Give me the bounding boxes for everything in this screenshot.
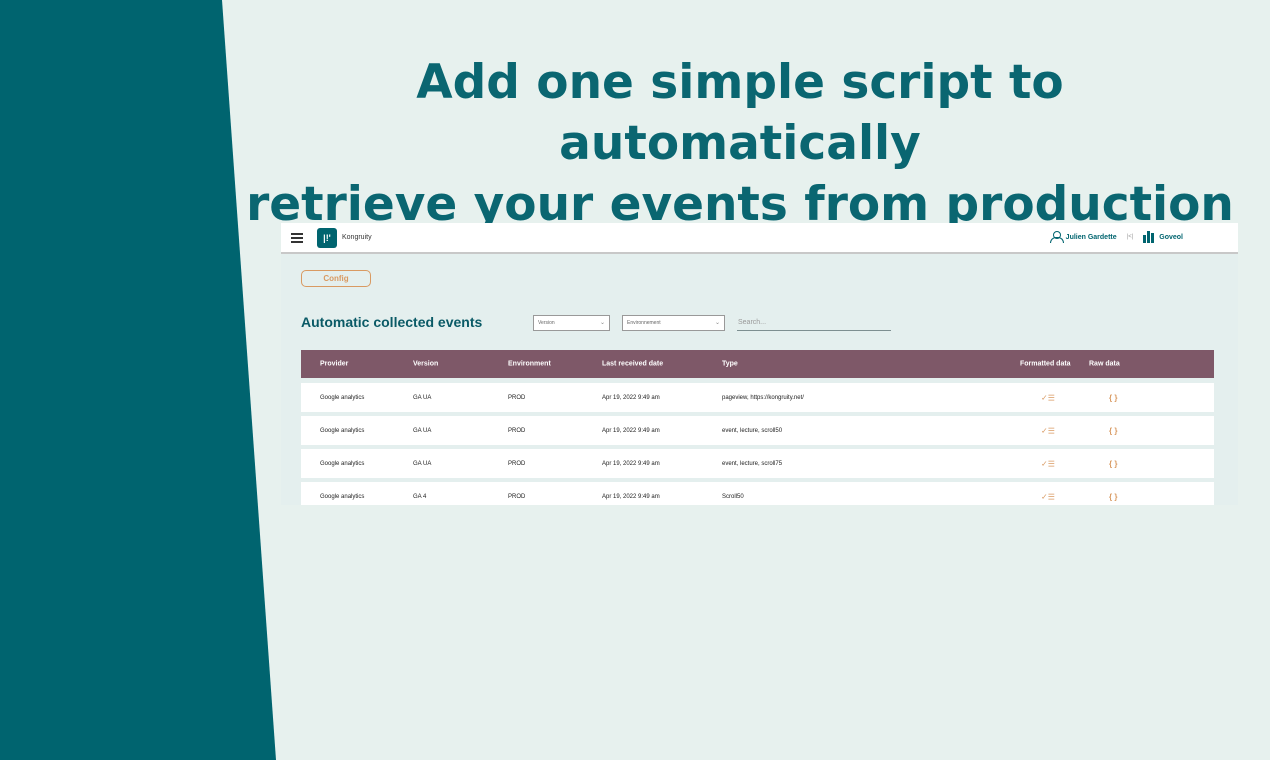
table-row[interactable]: Google analytics GA 4 PROD Apr 19, 2022 … xyxy=(301,482,1214,505)
cell-version: GA UA xyxy=(413,460,432,467)
version-select[interactable]: Version ⌄ xyxy=(533,315,610,331)
headline-line-1: Add one simple script to automatically xyxy=(416,55,1064,171)
table-row[interactable]: Google analytics GA UA PROD Apr 19, 2022… xyxy=(301,416,1214,445)
cell-date: Apr 19, 2022 9:49 am xyxy=(602,394,660,401)
cell-type: pageview, https://kongruity.net/ xyxy=(722,394,804,401)
headline: Add one simple script to automatically r… xyxy=(240,52,1240,235)
left-decorative-band xyxy=(0,0,276,760)
cell-version: GA UA xyxy=(413,427,432,434)
cell-environment: PROD xyxy=(508,460,526,467)
formatted-data-icon[interactable]: ✓☰ xyxy=(1041,393,1055,402)
column-type: Type xyxy=(722,360,738,368)
brand-name: Kongruity xyxy=(342,234,372,241)
raw-data-icon[interactable]: { } xyxy=(1109,393,1117,402)
cell-version: GA 4 xyxy=(413,493,427,500)
version-select-value: Version xyxy=(538,320,555,326)
kongruity-logo[interactable]: |!' xyxy=(317,227,337,248)
chevron-down-icon: ⌄ xyxy=(599,320,605,326)
cell-provider: Google analytics xyxy=(320,460,365,467)
column-version: Version xyxy=(413,360,439,368)
app-screenshot: |!' Kongruity Julien Gardette |<| Goveol… xyxy=(281,223,1238,505)
cell-date: Apr 19, 2022 9:49 am xyxy=(602,493,660,500)
cell-provider: Google analytics xyxy=(320,427,365,434)
column-last-received-date: Last received date xyxy=(602,360,664,368)
table-row[interactable]: Google analytics GA UA PROD Apr 19, 2022… xyxy=(301,449,1214,478)
column-environment: Environment xyxy=(508,360,551,368)
raw-data-icon[interactable]: { } xyxy=(1109,492,1117,501)
top-bar: |!' Kongruity Julien Gardette |<| Goveol xyxy=(281,223,1238,254)
separator: |<| xyxy=(1126,234,1134,240)
cell-type: event, lecture, scroll50 xyxy=(722,427,783,434)
cell-environment: PROD xyxy=(508,427,526,434)
column-provider: Provider xyxy=(320,360,349,368)
column-formatted-data: Formatted data xyxy=(1020,360,1071,368)
cell-version: GA UA xyxy=(413,394,432,401)
formatted-data-icon[interactable]: ✓☰ xyxy=(1041,459,1055,468)
cell-type: event, lecture, scroll75 xyxy=(722,460,783,467)
search-input[interactable]: Search... xyxy=(737,317,891,331)
environment-select[interactable]: Environnement ⌄ xyxy=(622,315,725,331)
raw-data-icon[interactable]: { } xyxy=(1109,459,1117,468)
cell-environment: PROD xyxy=(508,493,526,500)
cell-provider: Google analytics xyxy=(320,394,365,401)
cell-date: Apr 19, 2022 9:49 am xyxy=(602,427,660,434)
config-button[interactable]: Config xyxy=(301,270,371,287)
user-name[interactable]: Julien Gardette xyxy=(1066,234,1117,241)
raw-data-icon[interactable]: { } xyxy=(1109,426,1117,435)
cell-provider: Google analytics xyxy=(320,493,365,500)
organization-name[interactable]: Goveol xyxy=(1159,234,1183,241)
column-raw-data: Raw data xyxy=(1089,360,1120,368)
table-row[interactable]: Google analytics GA UA PROD Apr 19, 2022… xyxy=(301,383,1214,412)
chevron-down-icon: ⌄ xyxy=(714,320,720,326)
cell-date: Apr 19, 2022 9:49 am xyxy=(602,460,660,467)
building-icon[interactable] xyxy=(1143,231,1155,243)
table-header: Provider Version Environment Last receiv… xyxy=(301,350,1214,378)
user-icon[interactable] xyxy=(1049,231,1064,243)
cell-environment: PROD xyxy=(508,394,526,401)
formatted-data-icon[interactable]: ✓☰ xyxy=(1041,492,1055,501)
cell-type: Scroll50 xyxy=(722,493,744,500)
user-area: Julien Gardette |<| Goveol xyxy=(1049,231,1183,243)
section-title: Automatic collected events xyxy=(301,314,483,330)
environment-select-value: Environnement xyxy=(627,320,661,326)
formatted-data-icon[interactable]: ✓☰ xyxy=(1041,426,1055,435)
hamburger-menu-icon[interactable] xyxy=(291,232,303,243)
